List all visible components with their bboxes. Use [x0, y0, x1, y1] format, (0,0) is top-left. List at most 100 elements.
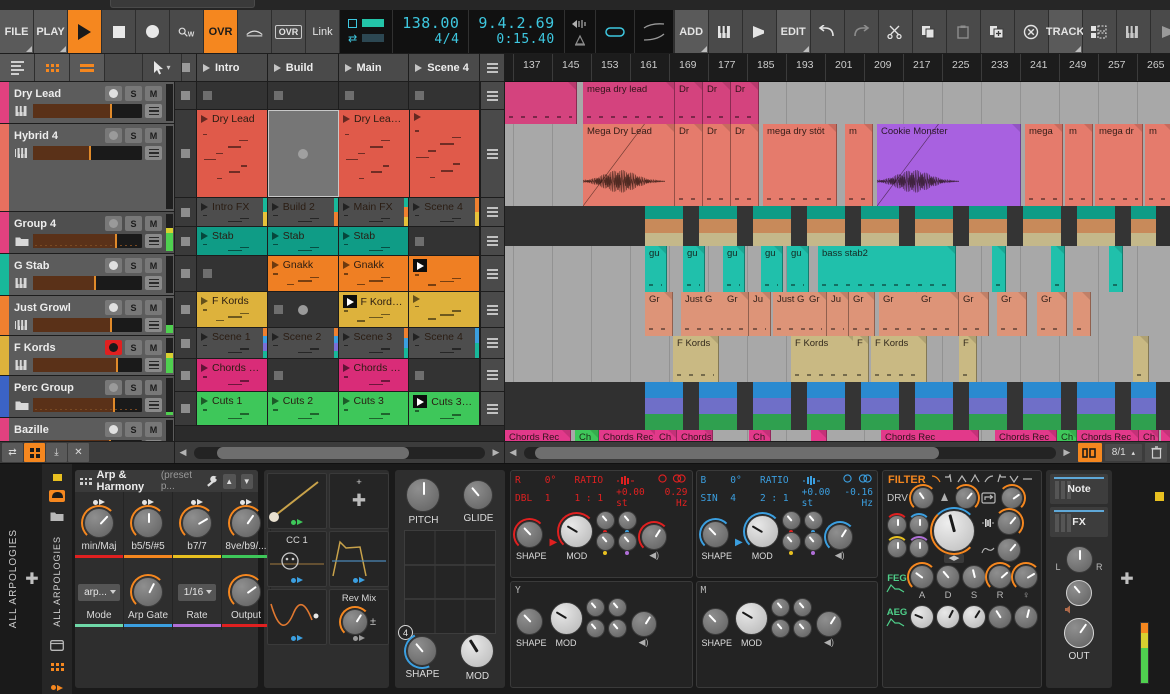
env-stage-d[interactable]: D	[936, 565, 960, 601]
filter-bypass-icon[interactable]	[1022, 474, 1033, 484]
env-stage-s[interactable]: S	[962, 565, 986, 601]
scene-header[interactable]: Main	[338, 54, 410, 81]
clip-slot[interactable]: Gnakk	[338, 256, 410, 291]
track-arm-button[interactable]	[105, 128, 122, 143]
cutoff-range-button[interactable]: ◀▶	[944, 554, 964, 563]
scene-header[interactable]: Scene 4	[409, 54, 480, 81]
arranger-clip[interactable]: Mega Dry Lead	[583, 124, 675, 206]
track-volume-slider[interactable]	[33, 276, 142, 290]
track-solo-button[interactable]: S	[125, 340, 142, 355]
track-menu-button[interactable]	[145, 234, 162, 248]
clip-launch-icon[interactable]	[271, 397, 279, 405]
track-mute-button[interactable]: M	[145, 128, 162, 143]
arranger-clip[interactable]: Dr	[731, 82, 759, 124]
arranger-clip[interactable]: Chords Rec	[505, 430, 571, 441]
position-display[interactable]: 9.4.2.69 0:15.40	[469, 10, 565, 53]
arranger-clip[interactable]: Ch	[749, 430, 771, 441]
filter-mod-knob-2[interactable]	[907, 513, 931, 535]
add-device-slot-left[interactable]: ✚	[22, 464, 42, 694]
track-solo-button[interactable]: S	[125, 300, 142, 315]
curve-concave-icon[interactable]	[643, 33, 665, 41]
arp-param-b5-5--5[interactable]: b5/5/#5	[124, 492, 173, 561]
arranger-clip[interactable]: F	[959, 336, 977, 382]
arranger-clip[interactable]: Ch	[655, 430, 677, 441]
filter-mod-knob-1[interactable]	[885, 513, 909, 535]
arranger-clip[interactable]: gu	[723, 246, 745, 292]
clip-launch-icon[interactable]	[201, 397, 208, 405]
modulation-matrix-grid[interactable]: 4	[398, 530, 496, 640]
clip-slot-empty[interactable]	[338, 82, 410, 109]
arranger-clip[interactable]: gu	[683, 246, 705, 292]
osc-level-control[interactable]: ◀)	[823, 521, 856, 561]
clip-slot[interactable]: F Kords Bri...	[338, 292, 410, 327]
preset-next-button[interactable]: ▼	[240, 473, 253, 489]
track-solo-button[interactable]: S	[125, 422, 142, 437]
track-row[interactable]: F Kords S M	[0, 336, 174, 376]
scene-row-launch-button[interactable]	[480, 359, 504, 391]
clip-launch-icon[interactable]	[343, 115, 350, 123]
scene-row-launch-button[interactable]	[480, 328, 504, 358]
track-stop-button[interactable]	[175, 292, 197, 327]
pan-knob[interactable]	[1065, 546, 1093, 573]
clip-slot[interactable]	[409, 292, 480, 327]
track-solo-button[interactable]: S	[125, 216, 142, 231]
track-name[interactable]: Hybrid 4	[14, 130, 102, 142]
add-audio-button[interactable]	[742, 10, 777, 53]
arranger-clip[interactable]: Ju	[827, 292, 849, 336]
clip-launch-icon[interactable]	[271, 232, 279, 240]
track-volume-slider[interactable]	[33, 358, 142, 372]
scene-launch-icon[interactable]	[273, 63, 281, 72]
track-name[interactable]: Group 4	[14, 218, 102, 230]
filter-lowpass-icon[interactable]	[931, 474, 942, 484]
arranger-clip[interactable]: Gr	[917, 292, 959, 336]
filter-mod-knob-4[interactable]	[907, 536, 931, 558]
arp-param-arp-gate[interactable]: Arp Gate	[124, 561, 173, 630]
track-menu-button[interactable]	[145, 440, 162, 441]
modulator-assign-button[interactable]	[268, 577, 326, 583]
arranger-clip[interactable]	[505, 82, 577, 124]
scene-launch-icon[interactable]	[415, 63, 423, 72]
osc-level-control[interactable]: ◀)	[630, 610, 657, 648]
clip-launch-icon[interactable]	[271, 261, 279, 269]
modulator-assign-button[interactable]	[330, 577, 388, 583]
track-mute-button[interactable]: M	[145, 86, 162, 101]
env-stage-r[interactable]: R	[985, 562, 1015, 601]
track-arm-button[interactable]	[105, 86, 122, 101]
osc-mod-control[interactable]: MOD	[742, 512, 782, 561]
clip-slot[interactable]: Scene 2	[267, 328, 339, 358]
env-stage-a[interactable]	[910, 605, 934, 629]
metronome-icon[interactable]	[571, 34, 589, 46]
collapse-button[interactable]: ⤓	[46, 443, 67, 462]
track-menu-button[interactable]	[145, 104, 162, 118]
track-arm-button[interactable]	[105, 258, 122, 273]
scene-row-launch-button[interactable]	[480, 82, 504, 109]
filter-highpass-icon[interactable]	[983, 474, 994, 484]
clip-slot[interactable]: Cuts 3	[338, 392, 410, 425]
track-stop-button[interactable]	[175, 256, 197, 291]
filter-lowpass-reso-icon[interactable]	[944, 473, 955, 484]
arranger-clip[interactable]	[1073, 292, 1091, 336]
track-mute-button[interactable]: M	[145, 216, 162, 231]
env-stage-r[interactable]	[988, 605, 1012, 629]
clip-slot[interactable]	[409, 256, 480, 291]
snap-toggle-button[interactable]	[1077, 443, 1102, 462]
clip-launch-icon[interactable]	[201, 203, 208, 211]
track-arm-button[interactable]	[105, 216, 122, 231]
duplicate-button[interactable]	[980, 10, 1015, 53]
arr-scroll-right-button[interactable]: ▶	[1059, 443, 1075, 463]
arranger-clip[interactable]: Cookie Monster	[877, 124, 1021, 206]
scene-launch-icon[interactable]	[203, 63, 210, 72]
clip-slot[interactable]: Build 2	[267, 198, 339, 226]
record-button[interactable]	[136, 10, 170, 53]
track-arm-button[interactable]	[105, 300, 122, 315]
arranger-clip[interactable]: gu	[787, 246, 809, 292]
mod-control[interactable]: MOD	[460, 634, 495, 682]
scroll-left-button[interactable]: ◀	[175, 443, 191, 463]
shape-control[interactable]: SHAPE	[399, 627, 446, 682]
clip-slot[interactable]: Main FX	[338, 198, 410, 226]
arranger-clip[interactable]: F Kords	[673, 336, 719, 382]
track-mute-button[interactable]: M	[145, 258, 162, 273]
arranger-clip[interactable]: Chords Rec	[881, 430, 979, 441]
track-row[interactable]: Bazille S M	[0, 418, 174, 441]
track-layout-button[interactable]	[1082, 10, 1117, 53]
